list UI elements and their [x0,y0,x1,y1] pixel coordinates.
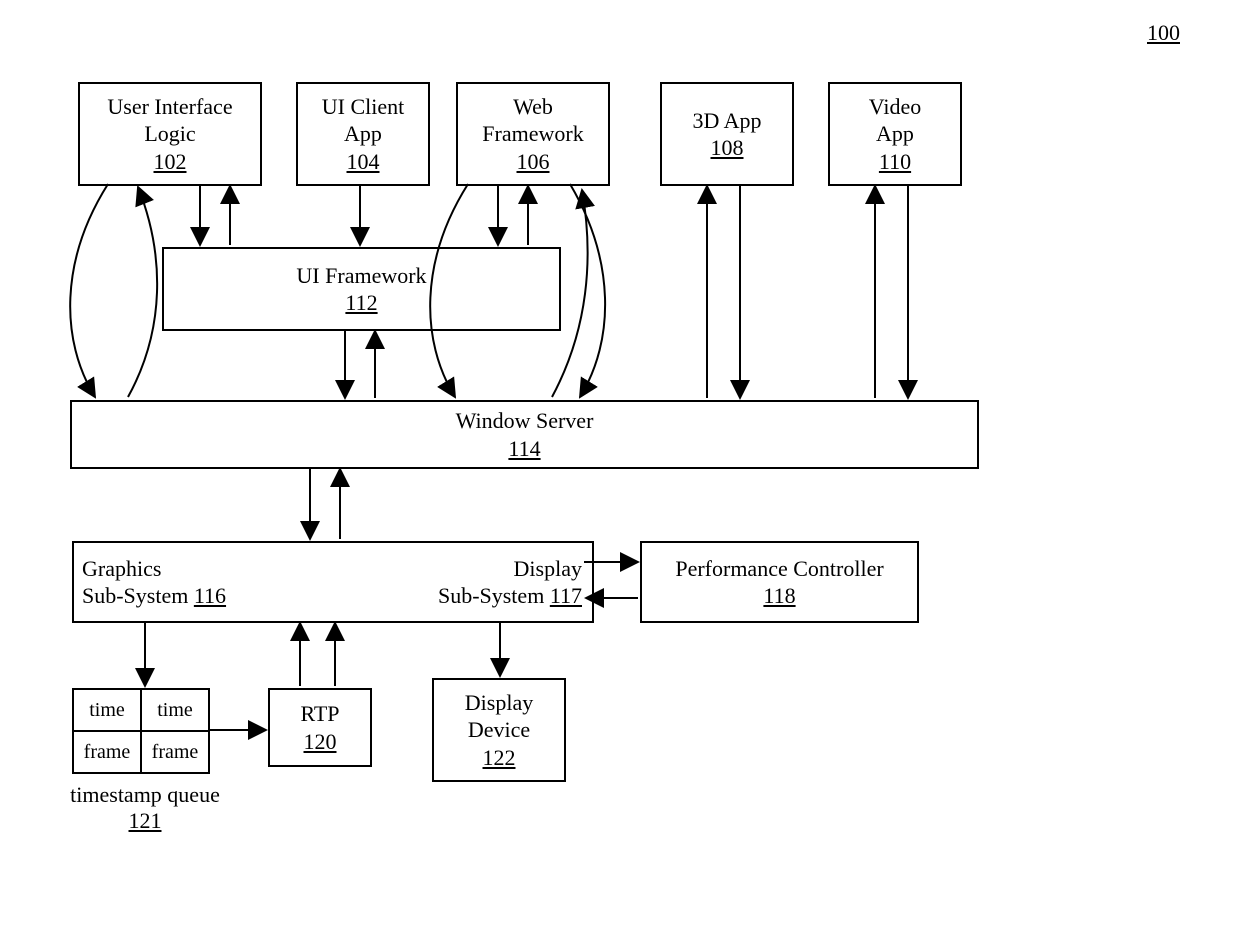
timestamp-queue-table: time time frame frame [72,688,210,774]
text: Device [468,716,530,744]
text: Graphics [82,555,161,583]
cell-frame: frame [140,732,208,772]
text: Display [465,689,533,717]
ref: 114 [508,435,540,463]
text: App [876,120,914,148]
cell-time: time [74,690,140,730]
text: Video [869,93,921,121]
ref: 118 [763,582,795,610]
text: Sub-System 117 [438,582,582,610]
box-window-server: Window Server 114 [70,400,979,469]
figure-reference: 100 [1147,20,1180,46]
text: UI Client [322,93,405,121]
box-user-interface-logic: User Interface Logic 102 [78,82,262,186]
text: Web [513,93,553,121]
box-3d-app: 3D App 108 [660,82,794,186]
cell-time: time [140,690,208,730]
ref: 112 [345,289,377,317]
text: Display [514,555,582,583]
text: Sub-System 116 [82,582,226,610]
box-performance-controller: Performance Controller 118 [640,541,919,623]
text: RTP [300,700,339,728]
text: App [344,120,382,148]
ref: 120 [304,728,337,756]
box-display-subsystem: Display Sub-System 117 [332,541,594,623]
box-display-device: Display Device 122 [432,678,566,782]
ref: 104 [347,148,380,176]
ref: 110 [879,148,911,176]
box-video-app: Video App 110 [828,82,962,186]
box-ui-framework: UI Framework 112 [162,247,561,331]
box-rtp: RTP 120 [268,688,372,767]
ref: 122 [483,744,516,772]
text: Framework [482,120,583,148]
box-web-framework: Web Framework 106 [456,82,610,186]
ref: 102 [154,148,187,176]
ref: 108 [711,134,744,162]
text: UI Framework [296,262,426,290]
text: Window Server [456,407,594,435]
timestamp-queue-label: timestamp queue 121 [55,782,235,834]
text: User Interface [107,93,232,121]
ref: 106 [517,148,550,176]
box-graphics-subsystem: Graphics Sub-System 116 [72,541,344,623]
box-ui-client-app: UI Client App 104 [296,82,430,186]
cell-frame: frame [74,732,140,772]
text: Performance Controller [675,555,883,583]
text: Logic [144,120,195,148]
text: 3D App [692,107,761,135]
